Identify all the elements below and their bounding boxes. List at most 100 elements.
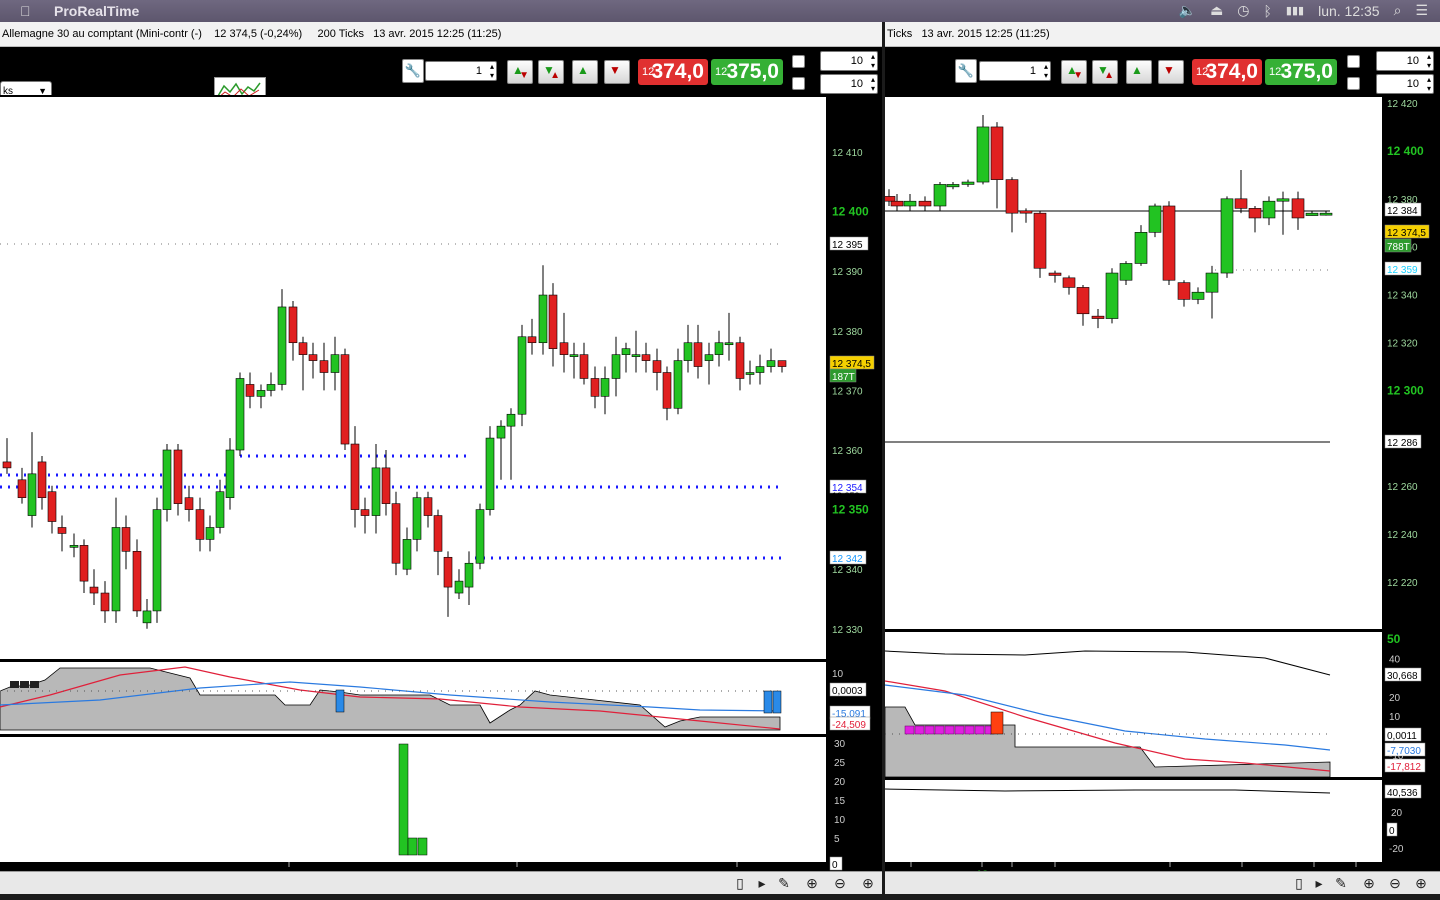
candle-body [882, 196, 896, 202]
candle-body [371, 467, 381, 516]
app-name[interactable]: ProRealTime [54, 3, 139, 19]
volume-tag: 187T [832, 372, 855, 383]
period: Ticks [887, 28, 913, 40]
zoom-fit-icon[interactable]: ⊕ [1359, 875, 1379, 891]
signal-bar [990, 711, 1004, 735]
scroll-left-icon[interactable]: ▯ [730, 875, 750, 891]
candle-body [266, 384, 276, 391]
price-tick-label: 12 350 [832, 503, 869, 517]
spin-top[interactable]: 10 [820, 51, 878, 71]
signal-bar [763, 690, 773, 714]
buy-order-button[interactable]: ▲ ▼ [1061, 60, 1087, 84]
candle-body [662, 372, 672, 409]
candle-body [17, 479, 27, 498]
menubar-status-area: 🔈 ⏏ ◷ ᛒ ▮▮▮ lun. 12:35 ⌕ ☰ [1179, 2, 1428, 19]
volume-icon[interactable]: 🔈 [1179, 2, 1196, 19]
time-machine-icon[interactable]: ◷ [1237, 2, 1249, 19]
eject-icon[interactable]: ⏏ [1210, 2, 1223, 19]
price-tick-label: 12 300 [1387, 383, 1424, 397]
checkbox-top[interactable] [1347, 55, 1360, 68]
candle-body [47, 491, 57, 522]
candle-body [735, 342, 745, 379]
left-chart-area[interactable]: 12 410 12 400 12 390 12 380 12 370 12 360 12 3… [0, 95, 882, 885]
buy-price-button[interactable]: 12 375,0 [1265, 59, 1337, 85]
indicator-tick-label: 50 [1387, 632, 1401, 646]
left-chart-svg[interactable]: 12 410 12 400 12 390 12 380 12 370 12 360 12 3… [0, 95, 882, 885]
zoom-in-icon[interactable]: ⊕ [858, 875, 878, 891]
notification-icon[interactable]: ☰ [1415, 2, 1428, 19]
wrench-icon[interactable]: 🔧 [955, 59, 977, 83]
candle-body [517, 336, 527, 415]
price-tick-label: 12 330 [832, 625, 863, 636]
candle-body [256, 390, 266, 397]
left-toolbar: ks▼ 🔧 1 ▲▼ ▼▲ ▲ ▼ 12374,0 12375,0 10 10 [0, 47, 882, 106]
buy-order-button[interactable]: ▲ ▼ [507, 60, 533, 84]
signal-marker [904, 725, 915, 735]
indicator-tag-zero: 0,0011 [1387, 731, 1417, 742]
right-toolbar: 🔧 1 ▲▼ ▼▲ ▲ ▼ 12374,0 12375,0 10 10 [885, 47, 1440, 95]
panel-separator [885, 629, 1382, 632]
zoom-fit-icon[interactable]: ⊕ [802, 875, 822, 891]
zoom-out-icon[interactable]: ⊖ [830, 875, 850, 891]
spotlight-icon[interactable]: ⌕ [1394, 2, 1402, 19]
candle-body [89, 586, 99, 594]
menubar:  ProRealTime 🔈 ⏏ ◷ ᛒ ▮▮▮ lun. 12:35 ⌕ ☰ [0, 0, 1440, 22]
checkbox-top[interactable] [792, 55, 805, 68]
sell-price-button[interactable]: 12 374,0 [638, 59, 708, 85]
price-change: 12 374,5 (-0,24%) [214, 28, 303, 40]
clock[interactable]: lun. 12:35 [1318, 3, 1380, 19]
candle-body [621, 348, 631, 355]
quantity-stepper[interactable]: 1 [979, 61, 1051, 81]
lower-tick-label: 20 [1391, 808, 1403, 819]
zoom-out-icon[interactable]: ⊖ [1385, 875, 1405, 891]
sell-limit-button[interactable]: ▼ [1158, 60, 1184, 84]
signal-bar [335, 689, 345, 713]
spin-top[interactable]: 10 [1376, 51, 1434, 71]
candle-body [1105, 272, 1119, 319]
price-tick-label: 12 400 [1387, 144, 1424, 158]
candle-body [277, 306, 287, 385]
sell-price-button[interactable]: 12 374,0 [1192, 59, 1262, 85]
sell-order-button[interactable]: ▼ ▲ [538, 60, 564, 84]
right-chart-svg[interactable]: 12 42012 40012 38012 36012 34012 32012 3… [882, 95, 1440, 885]
apple-icon[interactable]:  [20, 3, 31, 19]
spin-bottom[interactable]: 10 [1376, 74, 1434, 94]
bluetooth-icon[interactable]: ᛒ [1264, 3, 1272, 19]
signal-marker [914, 725, 925, 735]
spin-bottom[interactable]: 10 [820, 74, 878, 94]
candle-body [162, 449, 172, 510]
candle-body [1220, 198, 1234, 274]
candle-body [454, 580, 464, 594]
scroll-left-icon[interactable]: ▯ [1289, 875, 1309, 891]
right-chart-area[interactable]: 12 42012 40012 38012 36012 34012 32012 3… [882, 95, 1440, 885]
candle-body [641, 354, 651, 361]
buy-limit-button[interactable]: ▲ [1126, 60, 1152, 84]
zoom-in-icon[interactable]: ⊕ [1411, 875, 1431, 891]
sell-order-button[interactable]: ▼ ▲ [1092, 60, 1118, 84]
wrench-icon[interactable]: 🔧 [402, 59, 424, 83]
candle-body [350, 443, 360, 510]
buy-limit-button[interactable]: ▲ [572, 60, 598, 84]
quantity-stepper[interactable]: 1 [425, 61, 497, 81]
signal-marker [934, 725, 945, 735]
price-tick-label: 12 400 [832, 205, 869, 219]
play-icon[interactable]: ▸ [752, 875, 772, 891]
panel-separator [0, 734, 826, 737]
candle-body [298, 342, 308, 355]
price-tick-label: 12 340 [832, 565, 863, 576]
sell-limit-button[interactable]: ▼ [604, 60, 630, 84]
checkbox-bottom[interactable] [792, 77, 805, 90]
buy-price-button[interactable]: 12 375,0 [711, 59, 783, 85]
candle-body [433, 515, 443, 552]
candle-body [1005, 179, 1019, 214]
candle-body [714, 342, 724, 355]
candle-body [990, 126, 1004, 180]
drawing-icon[interactable]: ✎ [1331, 875, 1351, 891]
checkbox-bottom[interactable] [1347, 77, 1360, 90]
drawing-icon[interactable]: ✎ [774, 875, 794, 891]
play-icon[interactable]: ▸ [1309, 875, 1329, 891]
candle-body [766, 360, 776, 367]
candle-body [195, 509, 205, 540]
flag-icon[interactable]: ▮▮▮ [1286, 4, 1304, 17]
candle-body [111, 527, 121, 612]
